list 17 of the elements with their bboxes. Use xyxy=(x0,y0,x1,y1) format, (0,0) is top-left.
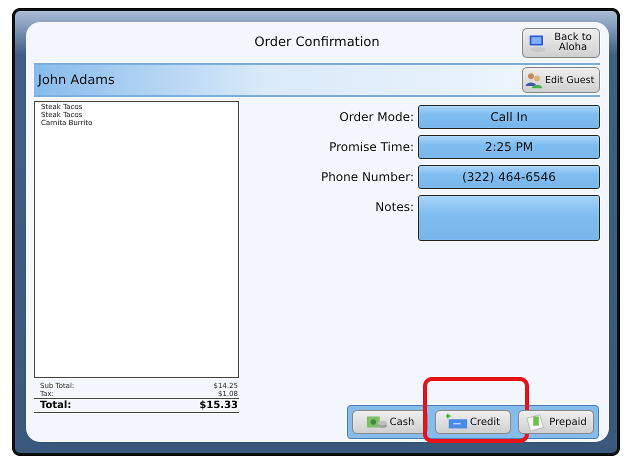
back-button[interactable]: Back to Aloha xyxy=(522,28,600,58)
guest-name: John Adams xyxy=(38,72,115,88)
field-label: Notes: xyxy=(375,199,414,216)
total-value: $15.33 xyxy=(199,399,238,412)
field-button[interactable]: Call In xyxy=(418,105,600,129)
field-label: Promise Time: xyxy=(329,139,414,156)
field-button[interactable]: (322) 464-6546 xyxy=(418,165,600,189)
payment-button[interactable]: Prepaid xyxy=(518,410,594,434)
field-label: Order Mode: xyxy=(339,109,414,126)
field-button[interactable]: 2:25 PM xyxy=(418,135,600,159)
window-title: Order Confirmation xyxy=(254,35,380,50)
notes-field[interactable] xyxy=(418,195,600,241)
payment-button[interactable]: Cash xyxy=(352,410,428,434)
field-label: Phone Number: xyxy=(320,169,414,186)
total-label: Total: xyxy=(40,399,72,412)
payment-button[interactable]: Credit xyxy=(435,410,511,434)
edit-guest-button[interactable]: Edit Guest xyxy=(522,67,600,93)
